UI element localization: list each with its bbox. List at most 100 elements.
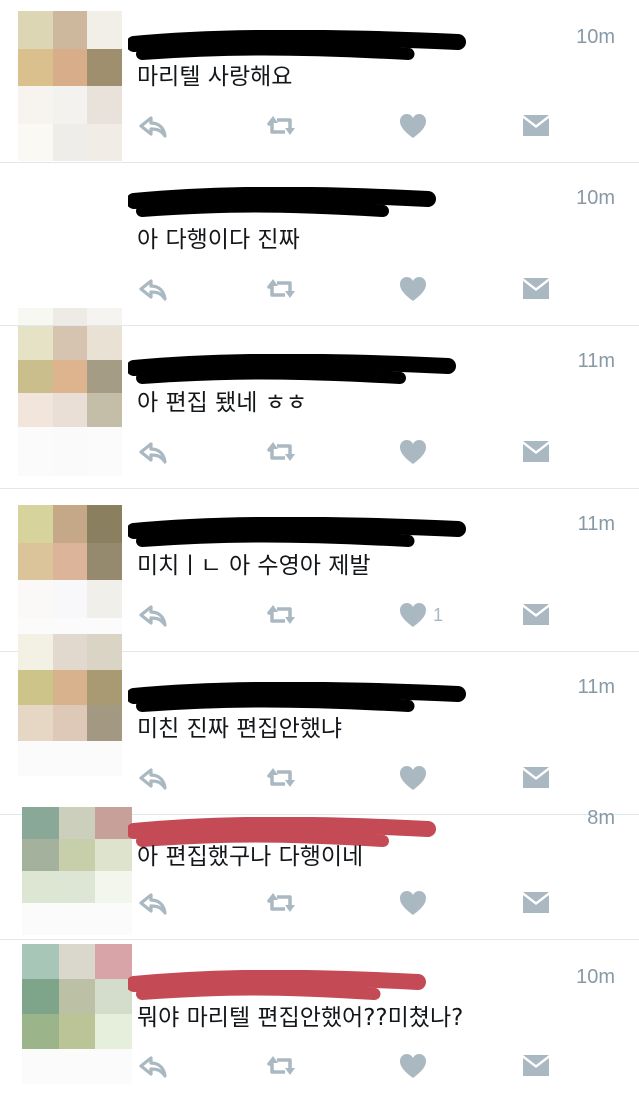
dm-button[interactable] xyxy=(520,110,552,142)
retweet-icon xyxy=(267,279,295,298)
retweet-icon xyxy=(267,893,295,912)
like-button[interactable] xyxy=(397,273,433,305)
tweet-timestamp[interactable]: 11m xyxy=(578,350,615,373)
retweet-icon xyxy=(267,605,295,624)
avatar-pixel xyxy=(52,740,88,776)
retweet-button[interactable] xyxy=(265,110,297,142)
avatar[interactable] xyxy=(18,326,122,460)
like-button[interactable] xyxy=(397,1050,433,1082)
dm-icon xyxy=(523,1055,549,1076)
avatar-pixel xyxy=(95,979,132,1014)
like-button[interactable] xyxy=(397,887,433,919)
reply-icon xyxy=(139,116,167,138)
reply-button[interactable] xyxy=(137,436,169,468)
tweet-timestamp[interactable]: 10m xyxy=(576,966,615,989)
reply-button[interactable] xyxy=(137,273,169,305)
avatar-pixel xyxy=(22,871,59,903)
like-icon xyxy=(400,603,426,627)
avatar[interactable] xyxy=(18,505,122,655)
avatar-pixel xyxy=(18,326,53,360)
dm-button[interactable] xyxy=(520,1050,552,1082)
tweet[interactable]: 8m 아 편집했구나 다행이네 xyxy=(0,807,639,939)
reply-icon xyxy=(139,768,167,790)
dm-button[interactable] xyxy=(520,436,552,468)
avatar-pixel xyxy=(52,669,88,705)
avatar-pixel xyxy=(87,359,122,393)
dm-button[interactable] xyxy=(520,887,552,919)
dm-icon xyxy=(523,767,549,788)
avatar-pixel xyxy=(95,1014,132,1049)
avatar-pixel xyxy=(18,740,53,776)
avatar[interactable] xyxy=(22,944,132,1084)
tweet-timestamp[interactable]: 10m xyxy=(576,187,615,210)
avatar-pixel xyxy=(22,1049,59,1084)
tweet[interactable]: 10m 마리텔 사랑해요 xyxy=(0,0,639,162)
reply-button[interactable] xyxy=(137,887,169,919)
avatar-pixel xyxy=(22,839,59,871)
tweet-timestamp[interactable]: 11m xyxy=(578,676,615,699)
like-button[interactable] xyxy=(397,110,433,142)
avatar-pixel xyxy=(52,426,88,460)
avatar-pixel xyxy=(95,839,132,871)
tweet-timestamp[interactable]: 11m xyxy=(578,513,615,536)
reply-icon xyxy=(139,442,167,464)
like-button[interactable] xyxy=(397,762,433,794)
avatar-pixel xyxy=(58,807,96,839)
tweet-text: 아 다행이다 진짜 xyxy=(137,227,300,253)
avatar-pixel xyxy=(87,86,122,124)
avatar-pixel xyxy=(87,11,122,49)
tweet-text: 미친 진짜 편집안했냐 xyxy=(137,716,343,742)
retweet-icon xyxy=(267,116,295,135)
avatar-pixel xyxy=(58,839,96,871)
avatar[interactable] xyxy=(22,807,132,935)
avatar[interactable] xyxy=(18,11,122,161)
retweet-button[interactable] xyxy=(265,887,297,919)
tweet[interactable]: 11m 미친 진짜 편집안했냐 xyxy=(0,634,639,814)
retweet-button[interactable] xyxy=(265,1050,297,1082)
dm-button[interactable] xyxy=(520,762,552,794)
retweet-button[interactable] xyxy=(265,436,297,468)
retweet-button[interactable] xyxy=(265,273,297,305)
avatar-pixel xyxy=(58,944,96,979)
avatar-pixel xyxy=(58,1014,96,1049)
avatar-pixel xyxy=(87,705,122,741)
avatar-pixel xyxy=(52,505,88,543)
avatar-pixel xyxy=(52,86,88,124)
avatar-pixel xyxy=(58,979,96,1014)
avatar-pixel xyxy=(87,48,122,86)
like-count: 1 xyxy=(433,604,444,625)
tweet[interactable]: 10m 뭐야 마리텔 편집안했어??미쳤나? xyxy=(0,940,639,1103)
tweet[interactable]: 11m 아 편집 됐네 ㅎㅎ xyxy=(0,326,639,488)
retweet-icon xyxy=(267,768,295,787)
avatar-pixel xyxy=(58,1049,96,1084)
reply-button[interactable] xyxy=(137,1050,169,1082)
dm-icon xyxy=(523,278,549,299)
dm-icon xyxy=(523,115,549,136)
dm-button[interactable] xyxy=(520,599,552,631)
avatar-pixel xyxy=(87,123,122,161)
avatar-pixel xyxy=(18,359,53,393)
dm-button[interactable] xyxy=(520,273,552,305)
avatar-pixel xyxy=(52,326,88,360)
avatar-pixel xyxy=(22,903,59,935)
avatar-pixel xyxy=(52,123,88,161)
like-button[interactable]: 1 xyxy=(397,599,443,631)
tweet[interactable]: 11m 미치ㅣㄴ 아 수영아 제발 1 xyxy=(0,489,639,655)
avatar-pixel xyxy=(52,393,88,427)
avatar-pixel xyxy=(22,944,59,979)
like-button[interactable] xyxy=(397,436,433,468)
tweet-timestamp[interactable]: 10m xyxy=(576,26,615,49)
tweet[interactable]: 10m 아 다행이다 진짜 xyxy=(0,163,639,476)
reply-button[interactable] xyxy=(137,110,169,142)
retweet-button[interactable] xyxy=(265,599,297,631)
retweet-button[interactable] xyxy=(265,762,297,794)
avatar-pixel xyxy=(52,634,88,670)
avatar-pixel xyxy=(95,871,132,903)
avatar-pixel xyxy=(95,807,132,839)
avatar-pixel xyxy=(87,669,122,705)
reply-button[interactable] xyxy=(137,762,169,794)
reply-button[interactable] xyxy=(137,599,169,631)
tweet-timestamp[interactable]: 8m xyxy=(587,807,615,830)
avatar[interactable] xyxy=(18,634,122,776)
like-icon xyxy=(400,891,426,915)
